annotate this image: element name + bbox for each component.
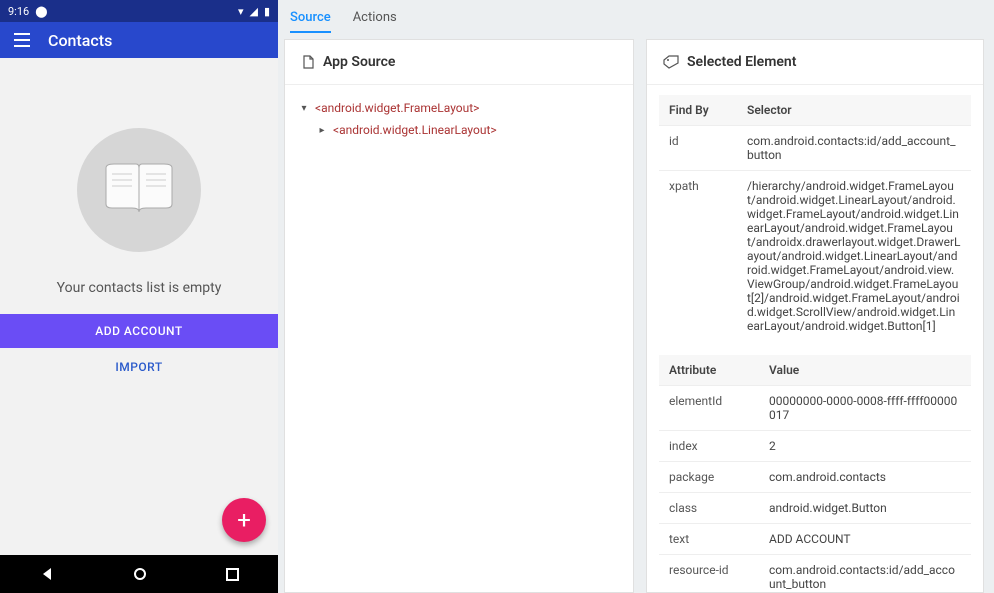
document-icon	[301, 55, 315, 69]
findby-table: Find By Selector id com.android.contacts…	[659, 95, 971, 341]
app-bar: Contacts	[0, 22, 278, 58]
status-time: 9:16	[8, 5, 29, 18]
empty-text: Your contacts list is empty	[57, 280, 222, 296]
tree-node-root[interactable]: ▾ <android.widget.FrameLayout>	[299, 97, 619, 119]
findby-col-header: Find By	[659, 95, 737, 126]
attr-key: index	[659, 431, 759, 462]
phone-body: Your contacts list is empty ADD ACCOUNT …	[0, 58, 278, 555]
battery-icon: ▮	[264, 5, 270, 18]
attr-val[interactable]: com.android.contacts:id/add_account_butt…	[759, 555, 971, 593]
table-row: classandroid.widget.Button	[659, 493, 971, 524]
attr-key: class	[659, 493, 759, 524]
attr-key: package	[659, 462, 759, 493]
app-source-panel: App Source ▾ <android.widget.FrameLayout…	[284, 39, 634, 593]
caret-down-icon: ▾	[299, 103, 309, 114]
plus-icon: +	[237, 506, 251, 534]
value-col-header: Value	[759, 355, 971, 386]
attr-val[interactable]: 00000000-0000-0008-ffff-ffff00000017	[759, 386, 971, 431]
source-title: App Source	[323, 54, 395, 70]
wifi-icon: ▾	[238, 5, 244, 18]
add-account-button[interactable]: ADD ACCOUNT	[0, 314, 278, 348]
import-label: IMPORT	[115, 360, 162, 374]
android-nav-bar	[0, 555, 278, 593]
tree-tag-root: android.widget.FrameLayout	[321, 101, 473, 115]
findby-val[interactable]: com.android.contacts:id/add_account_butt…	[737, 126, 971, 171]
empty-illustration	[77, 128, 201, 252]
attr-val[interactable]: 2	[759, 431, 971, 462]
selected-title: Selected Element	[687, 54, 796, 70]
attributes-table: Attribute Value elementId00000000-0000-0…	[659, 355, 971, 592]
menu-icon[interactable]	[14, 31, 30, 49]
table-row: textADD ACCOUNT	[659, 524, 971, 555]
tag-icon	[663, 55, 679, 69]
nav-recent-icon[interactable]	[226, 568, 239, 581]
inspector-tabs: Source Actions	[284, 0, 984, 39]
attr-col-header: Attribute	[659, 355, 759, 386]
status-bar: 9:16 ⬤ ▾ ◢ ▮	[0, 0, 278, 22]
book-icon	[104, 162, 174, 218]
status-dot-icon: ⬤	[35, 5, 47, 18]
table-row: elementId00000000-0000-0008-ffff-ffff000…	[659, 386, 971, 431]
import-button[interactable]: IMPORT	[109, 354, 168, 380]
selector-col-header: Selector	[737, 95, 971, 126]
findby-key: xpath	[659, 171, 737, 342]
nav-back-icon[interactable]	[39, 566, 55, 582]
attr-val[interactable]: com.android.contacts	[759, 462, 971, 493]
app-title: Contacts	[48, 31, 112, 50]
add-account-label: ADD ACCOUNT	[95, 324, 182, 338]
caret-right-icon: ▸	[317, 125, 327, 136]
attr-val[interactable]: android.widget.Button	[759, 493, 971, 524]
nav-home-icon[interactable]	[133, 567, 147, 581]
phone-preview: 9:16 ⬤ ▾ ◢ ▮ Contacts	[0, 0, 278, 593]
fab-add-button[interactable]: +	[222, 498, 266, 542]
tree-node-child[interactable]: ▸ <android.widget.LinearLayout>	[299, 119, 619, 141]
attr-val[interactable]: ADD ACCOUNT	[759, 524, 971, 555]
table-row: xpath /hierarchy/android.widget.FrameLay…	[659, 171, 971, 342]
attr-key: elementId	[659, 386, 759, 431]
attr-key: text	[659, 524, 759, 555]
table-row: id com.android.contacts:id/add_account_b…	[659, 126, 971, 171]
tree-tag-child: android.widget.LinearLayout	[339, 123, 490, 137]
signal-icon: ◢	[249, 5, 257, 18]
tab-source[interactable]: Source	[290, 10, 331, 33]
attr-key: resource-id	[659, 555, 759, 593]
table-row: resource-idcom.android.contacts:id/add_a…	[659, 555, 971, 593]
table-row: index2	[659, 431, 971, 462]
table-row: packagecom.android.contacts	[659, 462, 971, 493]
tab-actions[interactable]: Actions	[353, 10, 397, 33]
findby-val[interactable]: /hierarchy/android.widget.FrameLayout/an…	[737, 171, 971, 342]
selected-element-panel: Selected Element Find By Selector id com…	[646, 39, 984, 593]
source-tree: ▾ <android.widget.FrameLayout> ▸ <androi…	[285, 85, 633, 153]
findby-key: id	[659, 126, 737, 171]
